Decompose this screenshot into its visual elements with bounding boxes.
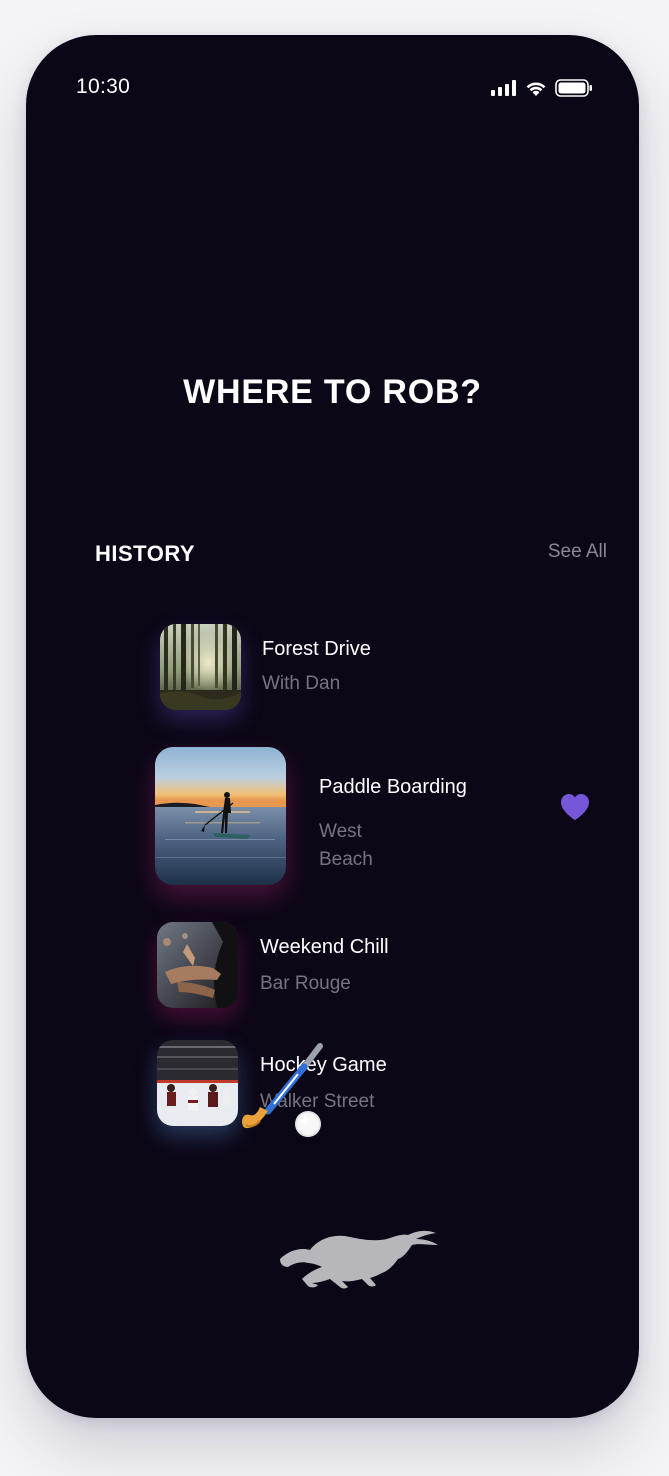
history-item-title: Weekend Chill <box>260 936 389 958</box>
see-all-link[interactable]: See All <box>548 541 607 563</box>
hockey-stick-emoji <box>242 1043 323 1137</box>
hockey-thumbnail <box>157 1040 238 1126</box>
page-title: WHERE TO ROB? <box>183 373 482 411</box>
history-heading: HISTORY <box>95 541 196 566</box>
history-item-subtitle: With Dan <box>262 673 341 694</box>
signal-icon <box>491 80 516 96</box>
heart-icon[interactable] <box>560 793 590 821</box>
status-icons <box>491 79 593 97</box>
phone-screen: 10:30 WHERE TO ROB? HISTORY See All Fore… <box>26 35 639 1418</box>
history-item-weekend-chill[interactable]: Weekend Chill Bar Rouge <box>26 915 639 1025</box>
history-item-title: Paddle Boarding <box>319 776 467 798</box>
battery-icon <box>555 79 592 97</box>
history-item-subtitle-line1: West <box>319 821 362 842</box>
mustang-logo <box>280 1230 438 1289</box>
history-item-paddle-boarding[interactable]: Paddle Boarding West Beach <box>26 735 639 905</box>
history-item-hockey-game[interactable]: Hockey Game Walker Street <box>26 1033 639 1143</box>
history-item-forest-drive[interactable]: Forest Drive With Dan <box>26 615 639 725</box>
wifi-icon <box>526 81 546 96</box>
car-window-thumbnail <box>157 922 238 1008</box>
history-item-subtitle-line2: Beach <box>319 849 373 870</box>
history-item-subtitle: Bar Rouge <box>260 973 351 994</box>
forest-thumbnail <box>160 624 241 710</box>
paddle-board-thumbnail <box>155 747 286 885</box>
status-time: 10:30 <box>76 75 131 98</box>
history-item-title: Forest Drive <box>262 638 371 660</box>
